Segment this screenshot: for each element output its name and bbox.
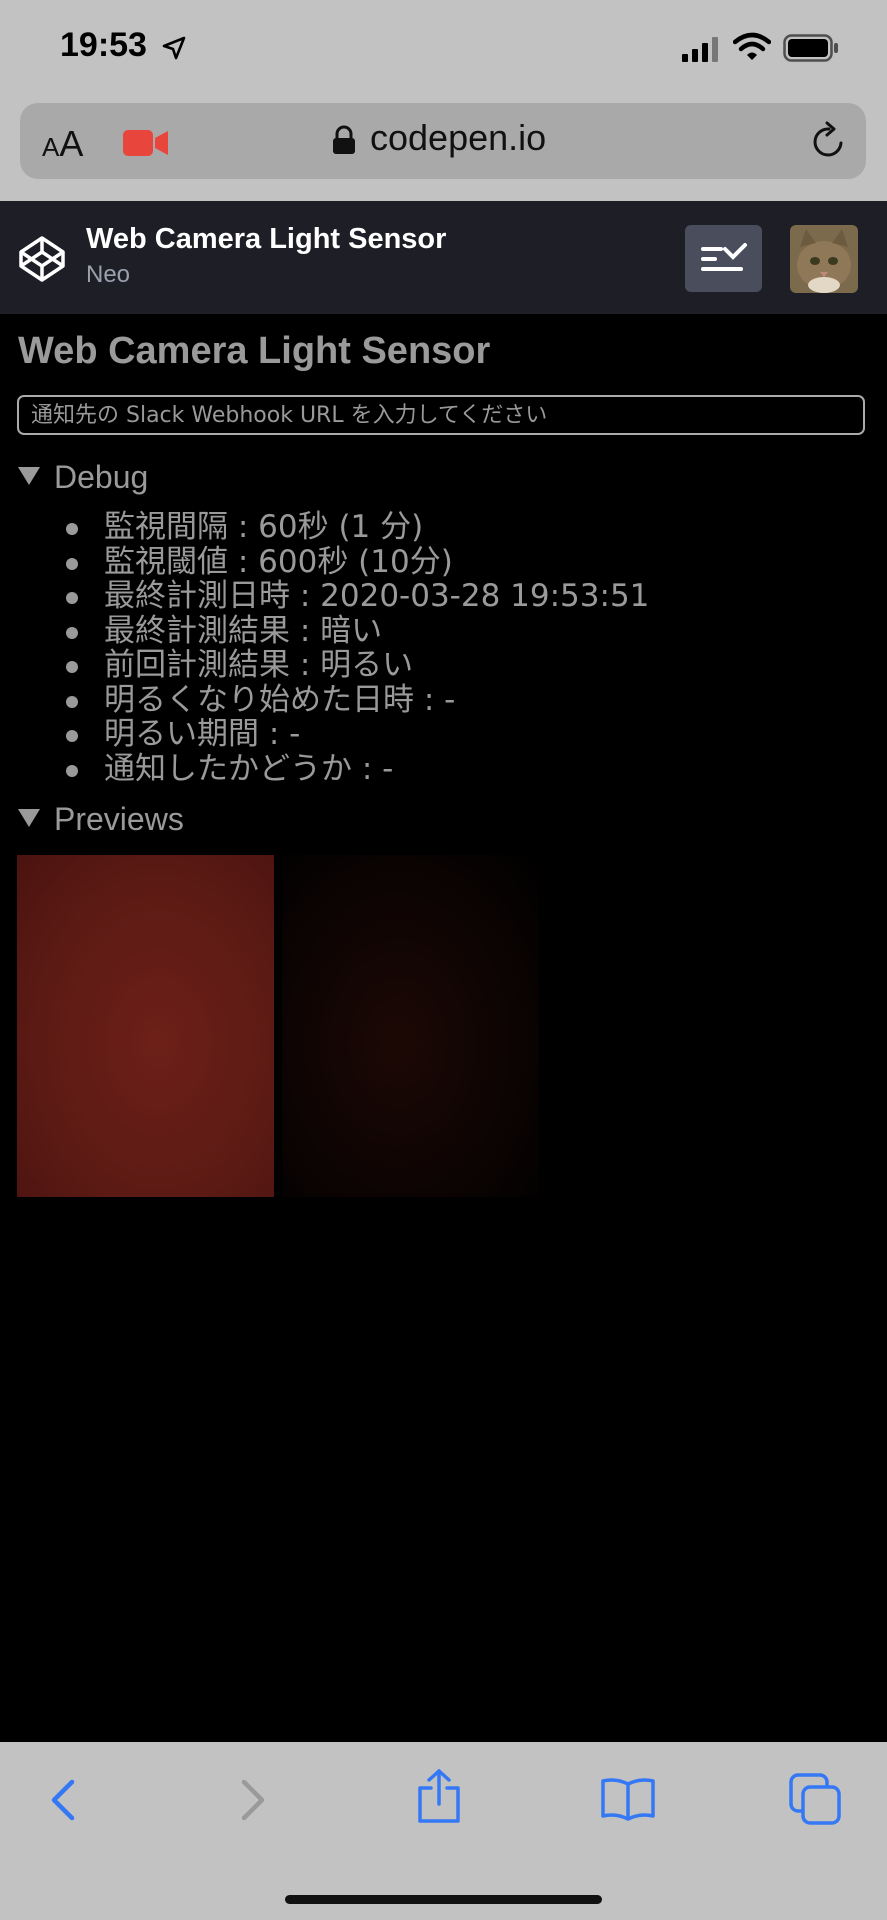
- bookmarks-icon[interactable]: [600, 1776, 656, 1822]
- camera-icon[interactable]: [123, 128, 169, 158]
- status-time: 19:53: [60, 26, 147, 64]
- list-item: 通知したかどうか : -: [60, 751, 649, 787]
- camera-preview-current: [17, 855, 274, 1197]
- url-bar[interactable]: AA codepen.io: [20, 103, 866, 179]
- battery-icon: [783, 34, 838, 62]
- debug-list: 監視間隔 : 60秒 (1 分) 監視閾値 : 600秒 (10分) 最終計測日…: [60, 510, 649, 786]
- list-item: 明るい期間 : -: [60, 717, 649, 752]
- reload-icon[interactable]: [810, 121, 848, 161]
- view-switcher-button[interactable]: [685, 225, 762, 292]
- pen-title[interactable]: Web Camera Light Sensor: [86, 223, 446, 256]
- share-icon[interactable]: [414, 1768, 464, 1824]
- location-arrow-icon: [162, 36, 186, 60]
- wifi-icon: [733, 32, 771, 60]
- view-switcher-icon: [701, 243, 747, 271]
- codepen-header: Web Camera Light Sensor Neo: [0, 201, 887, 314]
- disclosure-triangle-icon: [18, 467, 40, 485]
- avatar[interactable]: [790, 225, 858, 293]
- camera-preview-processed: [282, 855, 539, 1197]
- reader-text-size-button[interactable]: AA: [42, 123, 83, 165]
- lock-icon: [333, 125, 355, 154]
- list-item: 明るくなり始めた日時 : -: [60, 682, 649, 718]
- back-icon[interactable]: [44, 1774, 84, 1826]
- url-domain[interactable]: codepen.io: [370, 117, 546, 159]
- signal-icon: [682, 37, 718, 62]
- debug-summary-label: Debug: [54, 459, 149, 495]
- previews-summary-label: Previews: [54, 801, 184, 837]
- previews-summary[interactable]: Previews: [18, 801, 184, 838]
- list-item: 監視間隔 : 60秒 (1 分): [60, 510, 649, 545]
- list-item: 最終計測日時 : 2020-03-28 19:53:51: [60, 579, 649, 614]
- list-item: 前回計測結果 : 明るい: [60, 648, 649, 683]
- browser-bottom-toolbar: [0, 1742, 887, 1920]
- forward-icon[interactable]: [232, 1774, 272, 1826]
- debug-summary[interactable]: Debug: [18, 459, 148, 496]
- webhook-url-input[interactable]: [17, 395, 865, 435]
- pen-author[interactable]: Neo: [86, 261, 130, 289]
- tabs-icon[interactable]: [788, 1772, 842, 1826]
- disclosure-triangle-icon: [18, 809, 40, 827]
- home-indicator[interactable]: [285, 1895, 602, 1904]
- page-title: Web Camera Light Sensor: [18, 330, 491, 372]
- browser-top-chrome: 19:53 AA codepen.io: [0, 0, 887, 201]
- list-item: 最終計測結果 : 暗い: [60, 613, 649, 649]
- list-item: 監視閾値 : 600秒 (10分): [60, 544, 649, 580]
- codepen-logo-icon[interactable]: [18, 235, 66, 283]
